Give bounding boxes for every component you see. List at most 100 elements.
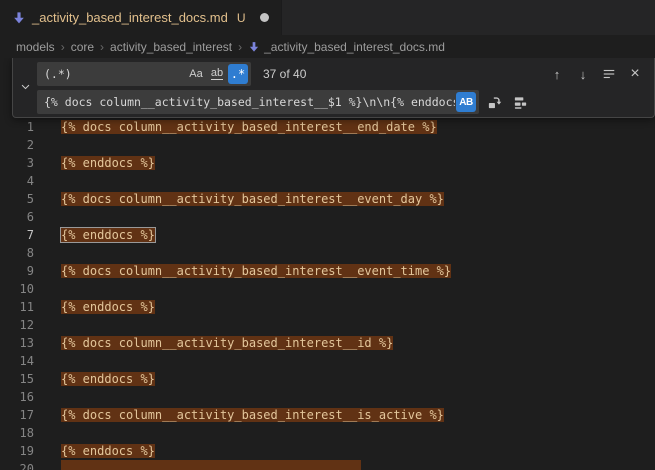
git-status-badge: U [237,11,246,25]
match-case-icon[interactable]: Aa [186,64,206,84]
replace-row: {% docs column__activity_based_interest_… [37,90,646,114]
line-number: 3 [0,154,34,172]
code-line[interactable]: 9 {% docs column__activity_based_interest… [0,262,655,280]
code-line[interactable]: 1 {% docs column__activity_based_interest… [0,118,655,136]
match-count: 37 of 40 [263,67,306,81]
modified-dot-icon[interactable] [260,13,269,22]
code-line[interactable]: 3 {% enddocs %} [0,154,655,172]
line-text: {% enddocs %} [61,226,155,244]
find-match-partial [61,460,361,470]
replace-all-icon[interactable] [509,91,531,113]
line-number: 10 [0,280,34,298]
find-match: {% enddocs %} [61,444,155,458]
code-line[interactable]: 15 {% enddocs %} [0,370,655,388]
breadcrumb-item-file[interactable]: _activity_based_interest_docs.md [248,40,445,54]
code-line[interactable]: 4 [0,172,655,190]
editor-pane[interactable]: 1 {% docs column__activity_based_interest… [0,58,655,470]
code-lines: 1 {% docs column__activity_based_interest… [0,58,655,470]
line-text: {% enddocs %} [61,298,155,316]
close-icon[interactable]: × [624,63,646,85]
find-replace-widget: (.*) Aa ab .* 37 of 40 ↑ ↓ × [12,58,655,118]
line-text: {% docs column__activity_based_interest_… [61,262,451,280]
code-line[interactable]: 10 [0,280,655,298]
find-match: {% docs column__activity_based_interest_… [61,408,444,422]
code-line[interactable]: 5 {% docs column__activity_based_interest… [0,190,655,208]
previous-match-button[interactable]: ↑ [546,63,568,85]
line-text: {% docs column__activity_based_interest_… [61,118,437,136]
code-line[interactable]: 14 [0,352,655,370]
current-find-match: {% enddocs %} [61,228,155,242]
line-number: 12 [0,316,34,334]
find-match: {% enddocs %} [61,372,155,386]
line-number: 16 [0,388,34,406]
line-number: 15 [0,370,34,388]
toggle-replace-button[interactable] [13,62,37,113]
whole-word-icon[interactable]: ab [207,64,227,84]
replace-icon[interactable] [483,91,505,113]
line-number: 5 [0,190,34,208]
line-text: {% docs column__activity_based_interest_… [61,406,444,424]
chevron-right-icon: › [100,40,104,54]
code-line[interactable]: 19 {% enddocs %} [0,442,655,460]
vscode-window: _activity_based_interest_docs.md U model… [0,0,655,470]
code-line[interactable]: 2 [0,136,655,154]
line-number: 9 [0,262,34,280]
code-line[interactable]: 18 [0,424,655,442]
code-line[interactable]: 11 {% enddocs %} [0,298,655,316]
find-match: {% docs column__activity_based_interest_… [61,192,444,206]
line-number: 1 [0,118,34,136]
breadcrumb-item-models[interactable]: models [16,40,55,54]
chevron-right-icon: › [238,40,242,54]
markdown-file-icon [12,11,26,25]
line-number: 19 [0,442,34,460]
code-line[interactable]: 6 [0,208,655,226]
line-number: 13 [0,334,34,352]
find-match: {% docs column__activity_based_interest_… [61,120,437,134]
find-match: {% enddocs %} [61,156,155,170]
line-number: 17 [0,406,34,424]
find-match: {% enddocs %} [61,300,155,314]
next-match-button[interactable]: ↓ [572,63,594,85]
find-row: (.*) Aa ab .* 37 of 40 ↑ ↓ × [37,62,646,86]
code-line[interactable]: 13 {% docs column__activity_based_interes… [0,334,655,352]
line-number: 20 [0,460,34,470]
line-number: 18 [0,424,34,442]
code-line[interactable]: 12 [0,316,655,334]
line-text: {% docs column__activity_based_interest_… [61,334,393,352]
line-number: 11 [0,298,34,316]
line-number: 6 [0,208,34,226]
line-text: {% enddocs %} [61,442,155,460]
line-number: 2 [0,136,34,154]
breadcrumb-item-core[interactable]: core [71,40,94,54]
find-match: {% docs column__activity_based_interest_… [61,264,451,278]
line-text: {% enddocs %} [61,370,155,388]
code-line[interactable]: 8 [0,244,655,262]
chevron-right-icon: › [61,40,65,54]
tab-filename: _activity_based_interest_docs.md [32,10,228,25]
regex-icon[interactable]: .* [228,64,248,84]
preserve-case-icon[interactable]: AB [456,92,476,112]
line-number: 14 [0,352,34,370]
line-number: 8 [0,244,34,262]
breadcrumb-item-activity-based-interest[interactable]: activity_based_interest [110,40,232,54]
line-text: {% enddocs %} [61,154,155,172]
code-line[interactable]: 7 {% enddocs %} [0,226,655,244]
code-line[interactable]: 17 {% docs column__activity_based_interes… [0,406,655,424]
find-match: {% docs column__activity_based_interest_… [61,336,393,350]
code-line[interactable]: 20 [0,460,655,470]
markdown-file-icon [248,41,260,53]
breadcrumb: models › core › activity_based_interest … [0,35,655,58]
code-line[interactable]: 16 [0,388,655,406]
line-number: 7 [0,226,34,244]
line-text: {% docs column__activity_based_interest_… [61,190,444,208]
line-text [61,460,361,470]
find-input-value[interactable]: (.*) [44,67,185,81]
editor-tab[interactable]: _activity_based_interest_docs.md U [0,0,282,35]
breadcrumb-file-label: _activity_based_interest_docs.md [264,40,445,54]
replace-input-value[interactable]: {% docs column__activity_based_interest_… [44,95,455,109]
replace-input[interactable]: {% docs column__activity_based_interest_… [37,90,479,114]
chevron-down-icon [20,79,31,97]
find-input[interactable]: (.*) Aa ab .* [37,62,251,86]
find-in-selection-icon[interactable] [598,63,620,85]
tab-bar: _activity_based_interest_docs.md U [0,0,655,35]
